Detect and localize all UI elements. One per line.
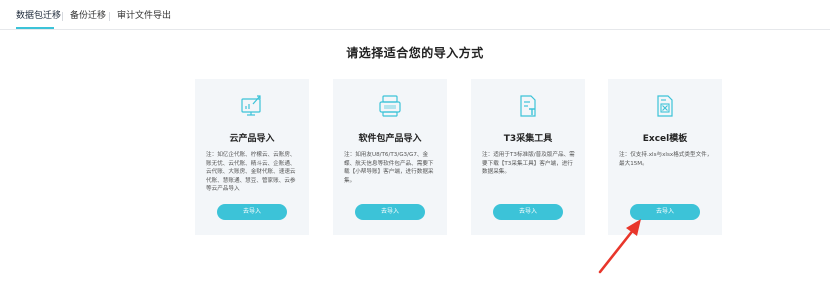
import-button[interactable]: 去导入	[493, 204, 563, 220]
software-package-icon	[379, 95, 401, 117]
cloud-product-icon	[241, 95, 261, 116]
card-title: 云产品导入	[229, 134, 275, 144]
import-button[interactable]: 去导入	[355, 204, 425, 220]
card-cloud-product: 云产品导入 注：如亿企代账、柠檬云、云账房、账无忧、云代账、精斗云、企账通、云代…	[195, 79, 309, 235]
excel-template-icon	[657, 95, 673, 117]
card-software-package: 软件包产品导入 注：如用友U8/T6/T3/G3/G7、金蝶、航天信息等软件包产…	[333, 79, 447, 235]
page-heading: 请选择适合您的导入方式	[346, 46, 484, 60]
tab-backup-migration[interactable]: 备份迁移	[70, 10, 106, 22]
card-description: 注：如用友U8/T6/T3/G3/G7、金蝶、航天信息等软件包产品、需要下载【小…	[344, 152, 434, 184]
card-description: 注：如亿企代账、柠檬云、云账房、账无忧、云代账、精斗云、企账通、云代账、大账房、…	[206, 152, 296, 193]
card-title: 软件包产品导入	[358, 134, 422, 144]
card-title: Excel模板	[642, 134, 688, 144]
card-title: T3采集工具	[503, 134, 553, 144]
active-tab-indicator	[16, 27, 54, 29]
import-button[interactable]: 去导入	[630, 204, 700, 220]
tab-divider	[62, 12, 63, 21]
t3-collect-icon	[520, 95, 536, 117]
card-description: 注：适用于T3标准版/普及版产品、需要下载【T3采集工具】客户端，进行数据采集。	[482, 152, 575, 176]
tab-bar: 数据包迁移 备份迁移 审计文件导出	[0, 0, 830, 30]
tab-data-package-migration[interactable]: 数据包迁移	[16, 10, 61, 22]
card-description: 注：仅支持.xls与xlsx格式类型文件，最大15M。	[619, 152, 713, 167]
card-t3-collect: T3采集工具 注：适用于T3标准版/普及版产品、需要下载【T3采集工具】客户端，…	[471, 79, 585, 235]
tab-divider	[109, 12, 110, 21]
card-excel-template: Excel模板 注：仅支持.xls与xlsx格式类型文件，最大15M。 去导入	[608, 79, 722, 235]
tab-audit-file-export[interactable]: 审计文件导出	[117, 10, 171, 22]
import-button[interactable]: 去导入	[217, 204, 287, 220]
